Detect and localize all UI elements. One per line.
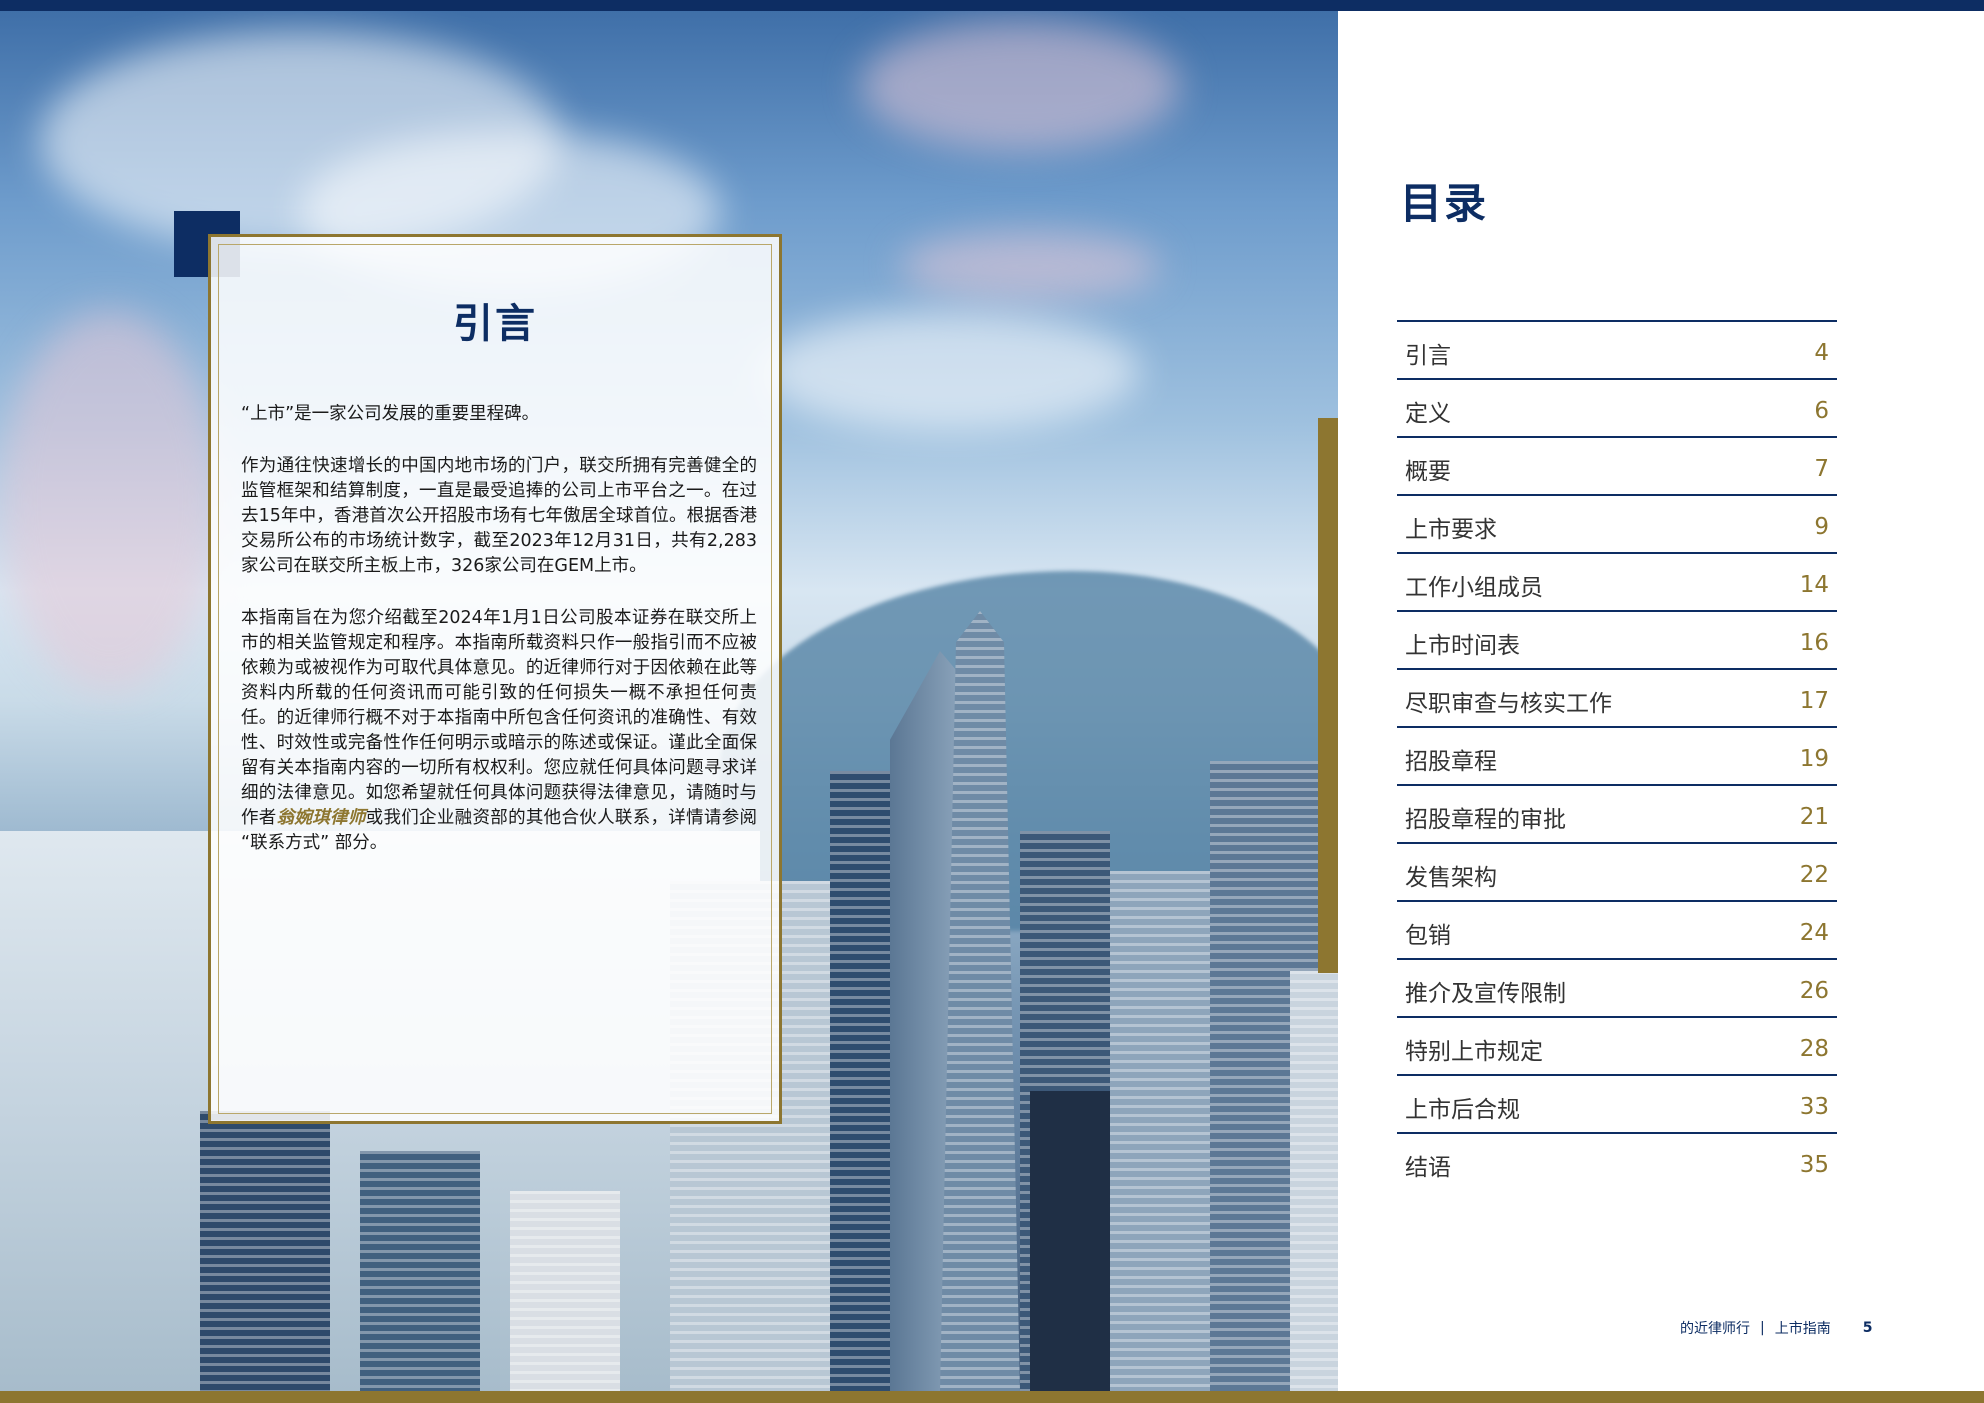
toc-item-page: 28 — [1799, 1036, 1829, 1062]
intro-paragraph-3-start: 本指南旨在为您介绍截至2024年1月1日公司股本证券在联交所上市的相关监管规定和… — [241, 608, 757, 828]
cloud — [900, 231, 1160, 301]
toc-item[interactable]: 招股章程 19 — [1397, 726, 1837, 782]
intro-paragraph-3: 本指南旨在为您介绍截至2024年1月1日公司股本证券在联交所上市的相关监管规定和… — [241, 606, 757, 856]
toc-item-label: 工作小组成员 — [1405, 575, 1543, 601]
toc-item-label: 概要 — [1405, 459, 1451, 485]
toc-item[interactable]: 招股章程的审批 21 — [1397, 784, 1837, 840]
footer-firm-name: 的近律师行 — [1680, 1321, 1750, 1337]
toc-item-label: 结语 — [1405, 1155, 1451, 1181]
cloud — [860, 21, 1180, 151]
toc-item-page: 24 — [1799, 920, 1829, 946]
toc-item-page: 21 — [1799, 804, 1829, 830]
toc-item-page: 6 — [1814, 398, 1829, 424]
toc-item-page: 33 — [1799, 1094, 1829, 1120]
toc-item-page: 19 — [1799, 746, 1829, 772]
toc-item-label: 包销 — [1405, 923, 1451, 949]
toc-item[interactable]: 特别上市规定 28 — [1397, 1016, 1837, 1072]
toc-item-page: 35 — [1799, 1152, 1829, 1178]
intro-paragraph-1: “上市”是一家公司发展的重要里程碑。 — [241, 404, 540, 424]
top-accent-bar — [0, 0, 1984, 11]
toc-item-label: 发售架构 — [1405, 865, 1497, 891]
footer-separator: | — [1760, 1320, 1765, 1336]
intro-card: 引言 “上市”是一家公司发展的重要里程碑。 作为通往快速增长的中国内地市场的门户… — [208, 234, 782, 1124]
intro-paragraph-2: 作为通往快速增长的中国内地市场的门户，联交所拥有完善健全的监管框架和结算制度，一… — [241, 456, 757, 576]
toc-item-label: 尽职审查与核实工作 — [1405, 691, 1612, 717]
toc-item[interactable]: 引言 4 — [1397, 320, 1837, 376]
toc-item-label: 上市时间表 — [1405, 633, 1520, 659]
cloud — [0, 311, 220, 691]
toc-item-page: 9 — [1814, 514, 1829, 540]
cloud — [760, 311, 1140, 431]
toc-item[interactable]: 推介及宣传限制 26 — [1397, 958, 1837, 1014]
toc-item[interactable]: 工作小组成员 14 — [1397, 552, 1837, 608]
toc-item[interactable]: 上市时间表 16 — [1397, 610, 1837, 666]
building — [1290, 971, 1338, 1391]
toc-item-label: 招股章程 — [1405, 749, 1497, 775]
building — [1110, 871, 1210, 1391]
toc-item-page: 17 — [1799, 688, 1829, 714]
toc-item-label: 定义 — [1405, 401, 1451, 427]
building — [360, 1151, 480, 1391]
toc-item-page: 16 — [1799, 630, 1829, 656]
toc-item[interactable]: 结语 35 — [1397, 1132, 1837, 1188]
toc-item[interactable]: 概要 7 — [1397, 436, 1837, 492]
toc-item[interactable]: 上市要求 9 — [1397, 494, 1837, 550]
toc-item-page: 4 — [1814, 340, 1829, 366]
toc-item[interactable]: 发售架构 22 — [1397, 842, 1837, 898]
toc-item-page: 14 — [1799, 572, 1829, 598]
page-footer: 的近律师行 | 上市指南 5 — [1680, 1318, 1872, 1338]
toc-item-page: 7 — [1814, 456, 1829, 482]
toc-title: 目录 — [1400, 179, 1489, 228]
building — [510, 1191, 620, 1391]
toc-item-label: 招股章程的审批 — [1405, 807, 1566, 833]
toc-item-label: 上市后合规 — [1405, 1097, 1520, 1123]
intro-title: 引言 — [453, 301, 537, 347]
toc-item-label: 上市要求 — [1405, 517, 1497, 543]
footer-guide-name: 上市指南 — [1774, 1321, 1831, 1337]
toc-item[interactable]: 上市后合规 33 — [1397, 1074, 1837, 1130]
gold-accent-strip — [1318, 418, 1338, 973]
footer-page-number: 5 — [1862, 1320, 1873, 1336]
author-link[interactable]: 翁婉琪律师 — [277, 808, 366, 828]
toc-item-page: 22 — [1799, 862, 1829, 888]
toc-item[interactable]: 包销 24 — [1397, 900, 1837, 956]
toc-item-page: 26 — [1799, 978, 1829, 1004]
toc-item[interactable]: 尽职审查与核实工作 17 — [1397, 668, 1837, 724]
toc-list: 引言 4 定义 6 概要 7 上市要求 9 工作小组成员 14 上市时间表 16 尽职审查与核实工作 17… — [1397, 320, 1837, 1190]
toc-item-label: 特别上市规定 — [1405, 1039, 1543, 1065]
toc-item-label: 引言 — [1405, 343, 1451, 369]
bottom-accent-bar — [0, 1391, 1984, 1403]
intro-body: “上市”是一家公司发展的重要里程碑。 作为通往快速增长的中国内地市场的门户，联交… — [241, 402, 757, 883]
toc-item-label: 推介及宣传限制 — [1405, 981, 1566, 1007]
building — [200, 1111, 330, 1391]
toc-item[interactable]: 定义 6 — [1397, 378, 1837, 434]
